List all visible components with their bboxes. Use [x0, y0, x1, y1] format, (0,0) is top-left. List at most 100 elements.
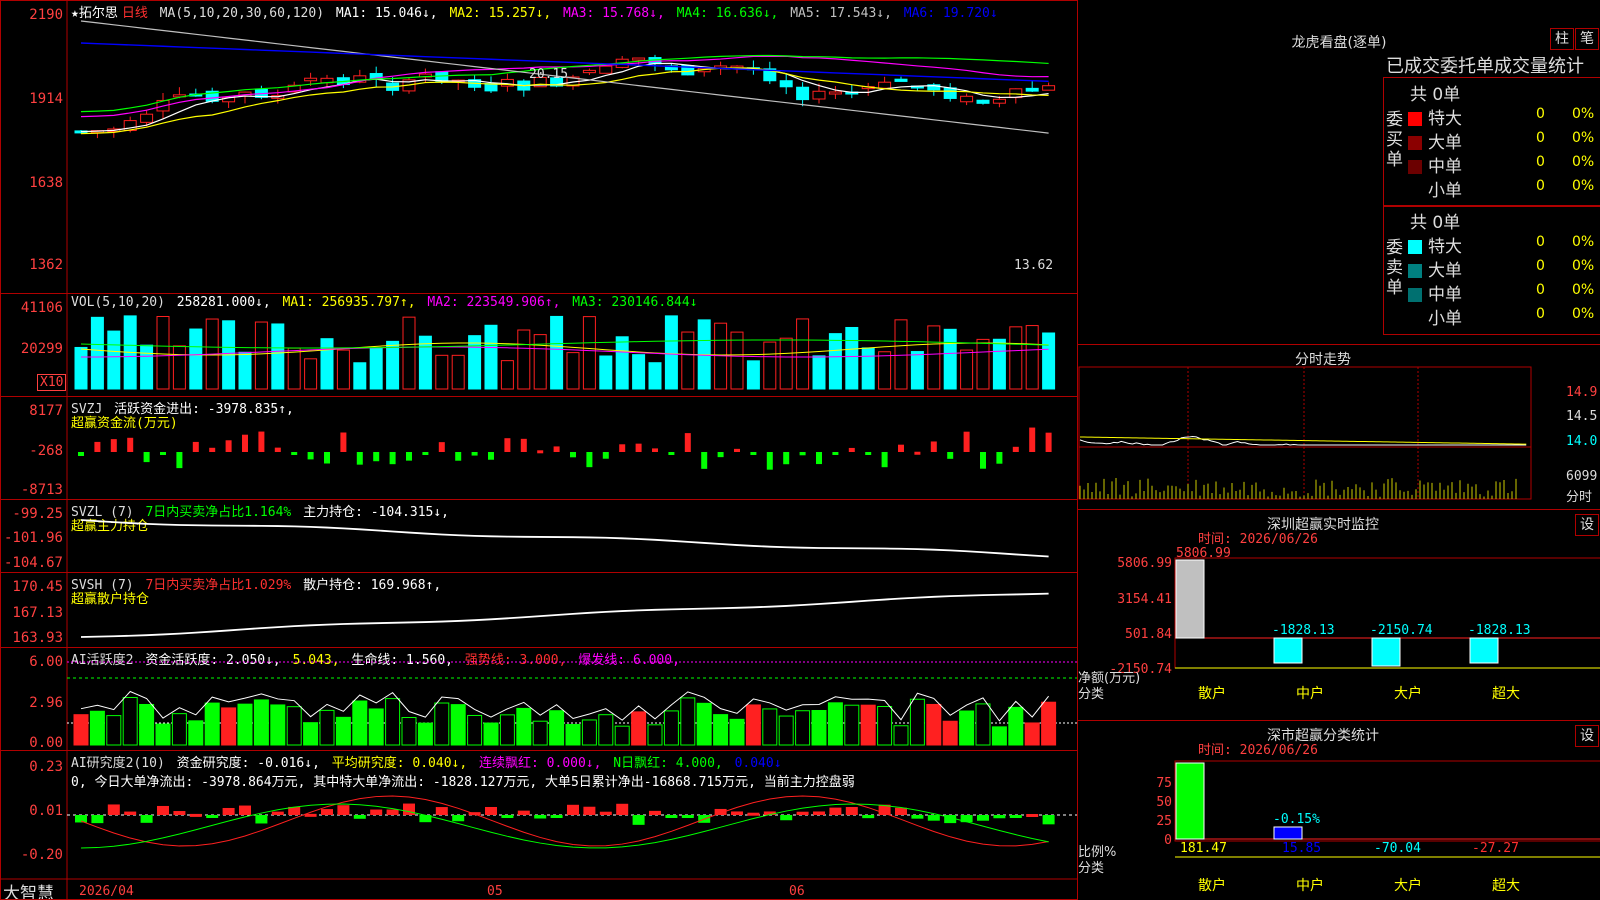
activity-bar: [729, 718, 745, 746]
bar-mode-button[interactable]: 柱: [1550, 28, 1574, 50]
date-label: 05: [487, 884, 503, 899]
flow-bar: [717, 452, 724, 458]
activity-bar: [483, 722, 499, 746]
flow-bar: [898, 444, 904, 452]
research-bar: [173, 811, 186, 815]
price-tick: 14.5: [1566, 409, 1598, 424]
lhb-panel[interactable]: 龙虎看盘(逐单) 柱 笔 已成交委托单成交量统计 委买单 共 0单 特大 0 0% 大…: [1077, 0, 1600, 345]
research-bar: [189, 813, 202, 817]
category-label: 散户: [1198, 686, 1226, 702]
research-bar: [353, 815, 366, 819]
bar-value: -1828.13: [1272, 623, 1335, 638]
candle: [812, 90, 826, 100]
order-type-label: 特大: [1428, 109, 1462, 129]
candle: [992, 98, 1006, 104]
research-bar: [927, 815, 940, 821]
research-bar: [796, 811, 809, 815]
volume-bar: [779, 337, 793, 390]
svzl-panel[interactable]: -99.25 -101.96 -104.67 SVZL (7) 7日内买卖净占比…: [0, 499, 1078, 573]
activity-bar: [942, 720, 958, 746]
plot-frame: [1078, 366, 1532, 500]
research-bar: [681, 815, 694, 818]
volume-bar: [353, 362, 367, 390]
kline-panel[interactable]: 2190 1914 1638 1362 ★拓尔思 日线 MA(5,10,20,30…: [0, 0, 1078, 294]
activity-bar: [844, 704, 860, 746]
candle: [1042, 85, 1056, 91]
svzj-panel[interactable]: 8177 -268 -8713 SVZJ 活跃资金进出: -3978.835↑,…: [0, 396, 1078, 500]
volume-panel[interactable]: 41106 20299 X10 VOL(5,10,20) 258281.000↓…: [0, 293, 1078, 397]
flow-bar: [422, 452, 429, 455]
activity-bar: [631, 711, 647, 746]
activity-bar: [877, 706, 893, 746]
flow-bar: [766, 452, 773, 470]
volume-bar: [140, 344, 154, 390]
activity-bar: [319, 709, 335, 746]
volume-bar: [927, 325, 941, 390]
net-bar: [1469, 637, 1499, 664]
volume-bar: [796, 318, 810, 390]
candle: [943, 87, 957, 99]
activity-bar: [778, 715, 794, 746]
lhb-title: 龙虎看盘(逐单): [1291, 35, 1387, 51]
activity-bar: [450, 704, 466, 746]
research-chart: [1, 751, 1077, 899]
research-bar: [583, 806, 596, 815]
activity-bar: [303, 722, 319, 746]
activity-bar: [1041, 701, 1057, 746]
flow-bar: [865, 452, 872, 455]
flow-bar: [291, 452, 298, 455]
activity-bar: [909, 698, 925, 746]
category-label: 超大: [1492, 878, 1520, 894]
order-type-label: 中单: [1428, 157, 1462, 177]
category-label: 中户: [1296, 878, 1324, 894]
flow-bar: [619, 444, 626, 452]
research-bar: [813, 811, 825, 815]
y-tick: 3154.41: [1117, 592, 1172, 607]
research-bar: [780, 815, 793, 821]
research-bar: [829, 807, 842, 815]
research-line-a: [80, 795, 1049, 847]
candlestick-chart: [66, 1, 1056, 293]
candle: [796, 86, 810, 101]
flow-bar: [389, 452, 396, 465]
candle: [828, 91, 842, 95]
activity-bar: [385, 698, 401, 746]
volume-bar: [402, 316, 416, 390]
tick-mode-button[interactable]: 笔: [1575, 28, 1599, 50]
y-tick: 501.84: [1125, 627, 1172, 642]
ratio-value: -27.27: [1472, 841, 1519, 856]
volume-bar: [746, 360, 760, 390]
price-tick: 14.0: [1566, 434, 1598, 449]
flow-bar: [143, 452, 150, 463]
flow-bar: [586, 452, 593, 468]
sell-row: 大单 0 0%: [1408, 256, 1594, 281]
flow-bar: [799, 452, 806, 456]
volume-bar: [500, 360, 514, 390]
flow-bar: [176, 452, 183, 469]
sz-monitor-panel[interactable]: 深圳超赢实时监控 设 时间: 2026/06/26 5806.99 3154.4…: [1077, 509, 1600, 721]
intraday-panel[interactable]: 分时走势 14.9 14.5 14.0 6099 分时: [1077, 344, 1600, 510]
x-axis-title: 分类: [1078, 687, 1105, 702]
research-bar: [140, 815, 153, 823]
sz-class-panel[interactable]: 深市超赢分类统计 设 时间: 2026/06/26 75 50 25 0 -0.…: [1077, 720, 1600, 900]
activity-bar: [89, 710, 105, 746]
research-bar: [91, 815, 104, 824]
ratio-value: -70.04: [1374, 841, 1421, 856]
mid-value: -0.15%: [1273, 812, 1320, 827]
flow-bar: [209, 447, 216, 452]
intraday-chart: [1078, 366, 1532, 500]
svsh-panel[interactable]: 170.45 167.13 163.93 SVSH (7) 7日内买卖净占比1.…: [0, 572, 1078, 648]
stock-terminal: 2190 1914 1638 1362 ★拓尔思 日线 MA(5,10,20,30…: [0, 0, 1600, 900]
candle: [894, 78, 908, 82]
research-bar: [599, 811, 612, 815]
order-count: 0: [1536, 130, 1545, 146]
activity-bar: [122, 697, 138, 746]
ai-research-panel[interactable]: 0.23 0.01 -0.20 AI研究度2(10) 资金研究度: -0.016…: [0, 750, 1078, 900]
order-count: 0: [1536, 154, 1545, 170]
order-count: 0: [1536, 282, 1545, 298]
candle: [599, 65, 613, 74]
flow-bar: [750, 452, 757, 455]
candle: [632, 57, 646, 61]
ai-activity-panel[interactable]: 6.00 2.96 0.00 AI活跃度2 资金活跃度: 2.050↓, 5.0…: [0, 647, 1078, 751]
flow-bar: [652, 448, 658, 452]
